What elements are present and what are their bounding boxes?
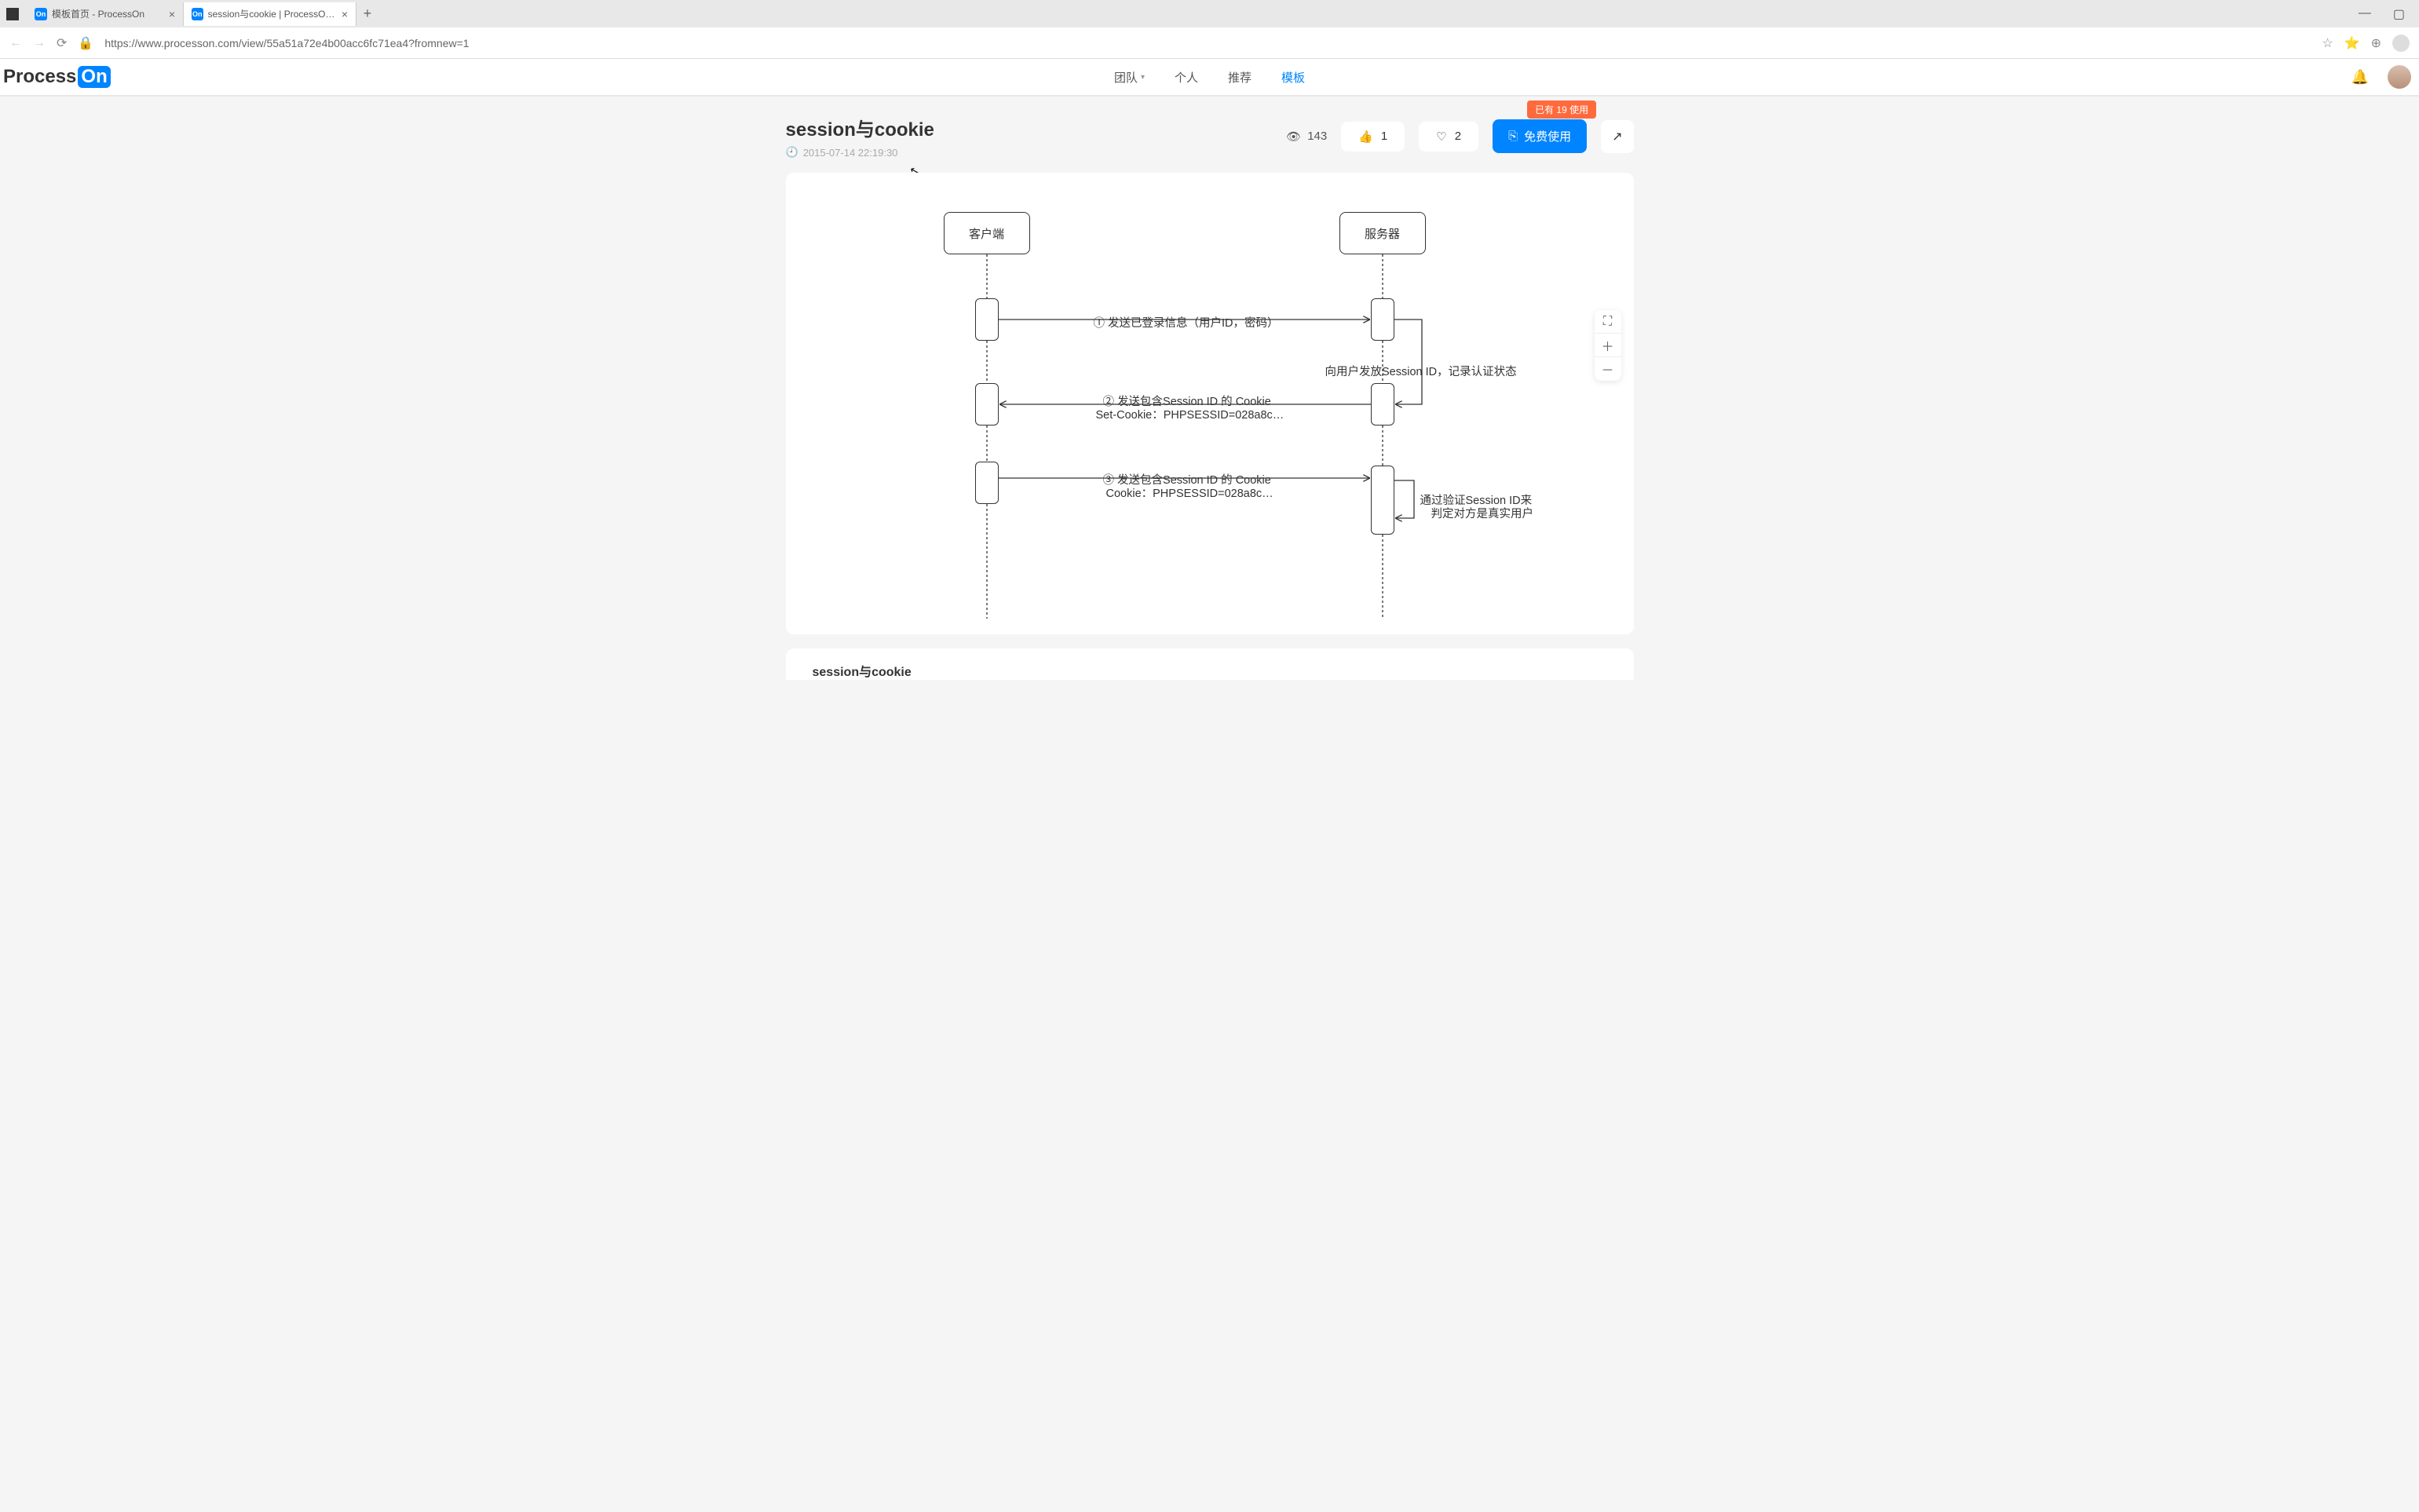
logo[interactable]: Process On (3, 66, 111, 88)
lock-icon: 🔒 (78, 35, 93, 51)
close-icon[interactable]: × (169, 8, 175, 20)
participant-client: 客户端 (944, 212, 1030, 254)
logo-text: Process (3, 66, 76, 88)
activation-server-3 (1371, 466, 1394, 535)
clock-icon: 🕘 (786, 146, 798, 159)
details-card: session与cookie (786, 648, 1634, 680)
tab-bar: On 模板首页 - ProcessOn × On session与cookie … (0, 0, 2419, 27)
new-tab-button[interactable]: + (356, 5, 378, 22)
fullscreen-icon[interactable]: ⛶ (1595, 310, 1621, 334)
maximize-icon[interactable]: ▢ (2393, 6, 2405, 22)
nav-right: 🔔 (2351, 65, 2416, 89)
nav-personal[interactable]: 个人 (1175, 69, 1198, 86)
activation-client-3 (975, 462, 999, 504)
forward-icon[interactable]: → (33, 36, 46, 50)
favicon-1: On (192, 8, 203, 20)
usage-badge: 已有 19 使用 (1527, 100, 1596, 119)
msg-step2b: Set-Cookie：PHPSESSID=028a8c… (1096, 406, 1284, 422)
like-button[interactable]: 👍 1 (1341, 122, 1405, 152)
content-header: session与cookie 🕘 2015-07-14 22:19:30 ↖ 👁… (786, 114, 1634, 159)
chevron-down-icon: ▾ (1141, 73, 1145, 82)
back-icon[interactable]: ← (9, 36, 22, 50)
activation-server-2 (1371, 383, 1394, 425)
browser-chrome: On 模板首页 - ProcessOn × On session与cookie … (0, 0, 2419, 59)
eye-icon: 👁 (1286, 130, 1301, 144)
msg-step3b: Cookie：PHPSESSID=028a8c… (1106, 484, 1273, 501)
logo-badge: On (78, 66, 110, 88)
use-button[interactable]: ⎘ 免费使用 (1493, 119, 1587, 153)
page: session与cookie 🕘 2015-07-14 22:19:30 ↖ 👁… (0, 97, 2419, 1512)
note-sessionid: 向用户发放Session ID，记录认证状态 (1325, 363, 1517, 379)
nav-team[interactable]: 团队 ▾ (1114, 69, 1145, 86)
page-title: session与cookie (786, 114, 934, 141)
tabs-menu-icon[interactable] (6, 8, 19, 20)
share-button[interactable]: ↗ (1601, 120, 1633, 153)
details-title: session与cookie (813, 661, 1607, 680)
window-controls: — ▢ (2359, 6, 2419, 22)
profile-icon[interactable] (2392, 35, 2410, 52)
tab-title-1: session与cookie | ProcessOn免费 (208, 7, 337, 20)
minimize-icon[interactable]: — (2359, 6, 2371, 22)
note-verify-b: 判定对方是真实用户 (1431, 505, 1534, 521)
activation-client-2 (975, 383, 999, 425)
participant-server: 服务器 (1339, 212, 1426, 254)
collections-icon[interactable]: ⊕ (2371, 35, 2381, 51)
views: 👁 143 (1286, 130, 1327, 144)
nav-recommend[interactable]: 推荐 (1228, 69, 1252, 86)
tab-title-0: 模板首页 - ProcessOn (52, 7, 144, 20)
avatar[interactable] (2388, 65, 2411, 89)
zoom-out-icon[interactable]: － (1595, 357, 1621, 381)
url-field[interactable]: https://www.processon.com/view/55a51a72e… (104, 37, 2311, 49)
timestamp: 🕘 2015-07-14 22:19:30 (786, 146, 934, 159)
close-icon[interactable]: × (342, 8, 348, 20)
share-icon: ↗ (1612, 130, 1622, 144)
browser-tab-0[interactable]: On 模板首页 - ProcessOn × (27, 2, 184, 26)
reload-icon[interactable]: ⟳ (57, 35, 67, 51)
browser-tab-1[interactable]: On session与cookie | ProcessOn免费 × (184, 2, 356, 26)
activation-client-1 (975, 298, 999, 341)
address-bar: ← → ⟳ 🔒 https://www.processon.com/view/5… (0, 27, 2419, 59)
favicon-0: On (35, 8, 47, 20)
star-icon[interactable]: ☆ (2322, 35, 2333, 51)
site-header: Process On 团队 ▾ 个人 推荐 模板 🔔 (0, 59, 2419, 97)
zoom-in-icon[interactable]: ＋ (1595, 334, 1621, 357)
favorite-button[interactable]: ♡ 2 (1419, 122, 1478, 152)
nav-template[interactable]: 模板 (1281, 69, 1305, 86)
copy-icon: ⎘ (1508, 130, 1518, 143)
msg-step1: ① 发送已登录信息（用户ID，密码） (1094, 314, 1279, 331)
zoom-controls: ⛶ ＋ － (1595, 310, 1621, 381)
sequence-diagram: 客户端 服务器 ① 发送已登录信息（用户ID，密码） 向用户发放Session … (786, 173, 1634, 634)
favorites-icon[interactable]: ⭐ (2344, 35, 2360, 51)
thumb-icon: 👍 (1358, 130, 1373, 144)
heart-icon: ♡ (1436, 130, 1446, 144)
activation-server-1 (1371, 298, 1394, 341)
diagram-canvas[interactable]: 客户端 服务器 ① 发送已登录信息（用户ID，密码） 向用户发放Session … (786, 173, 1634, 634)
nav-center: 团队 ▾ 个人 推荐 模板 (1114, 69, 1305, 86)
bell-icon[interactable]: 🔔 (2351, 69, 2369, 86)
